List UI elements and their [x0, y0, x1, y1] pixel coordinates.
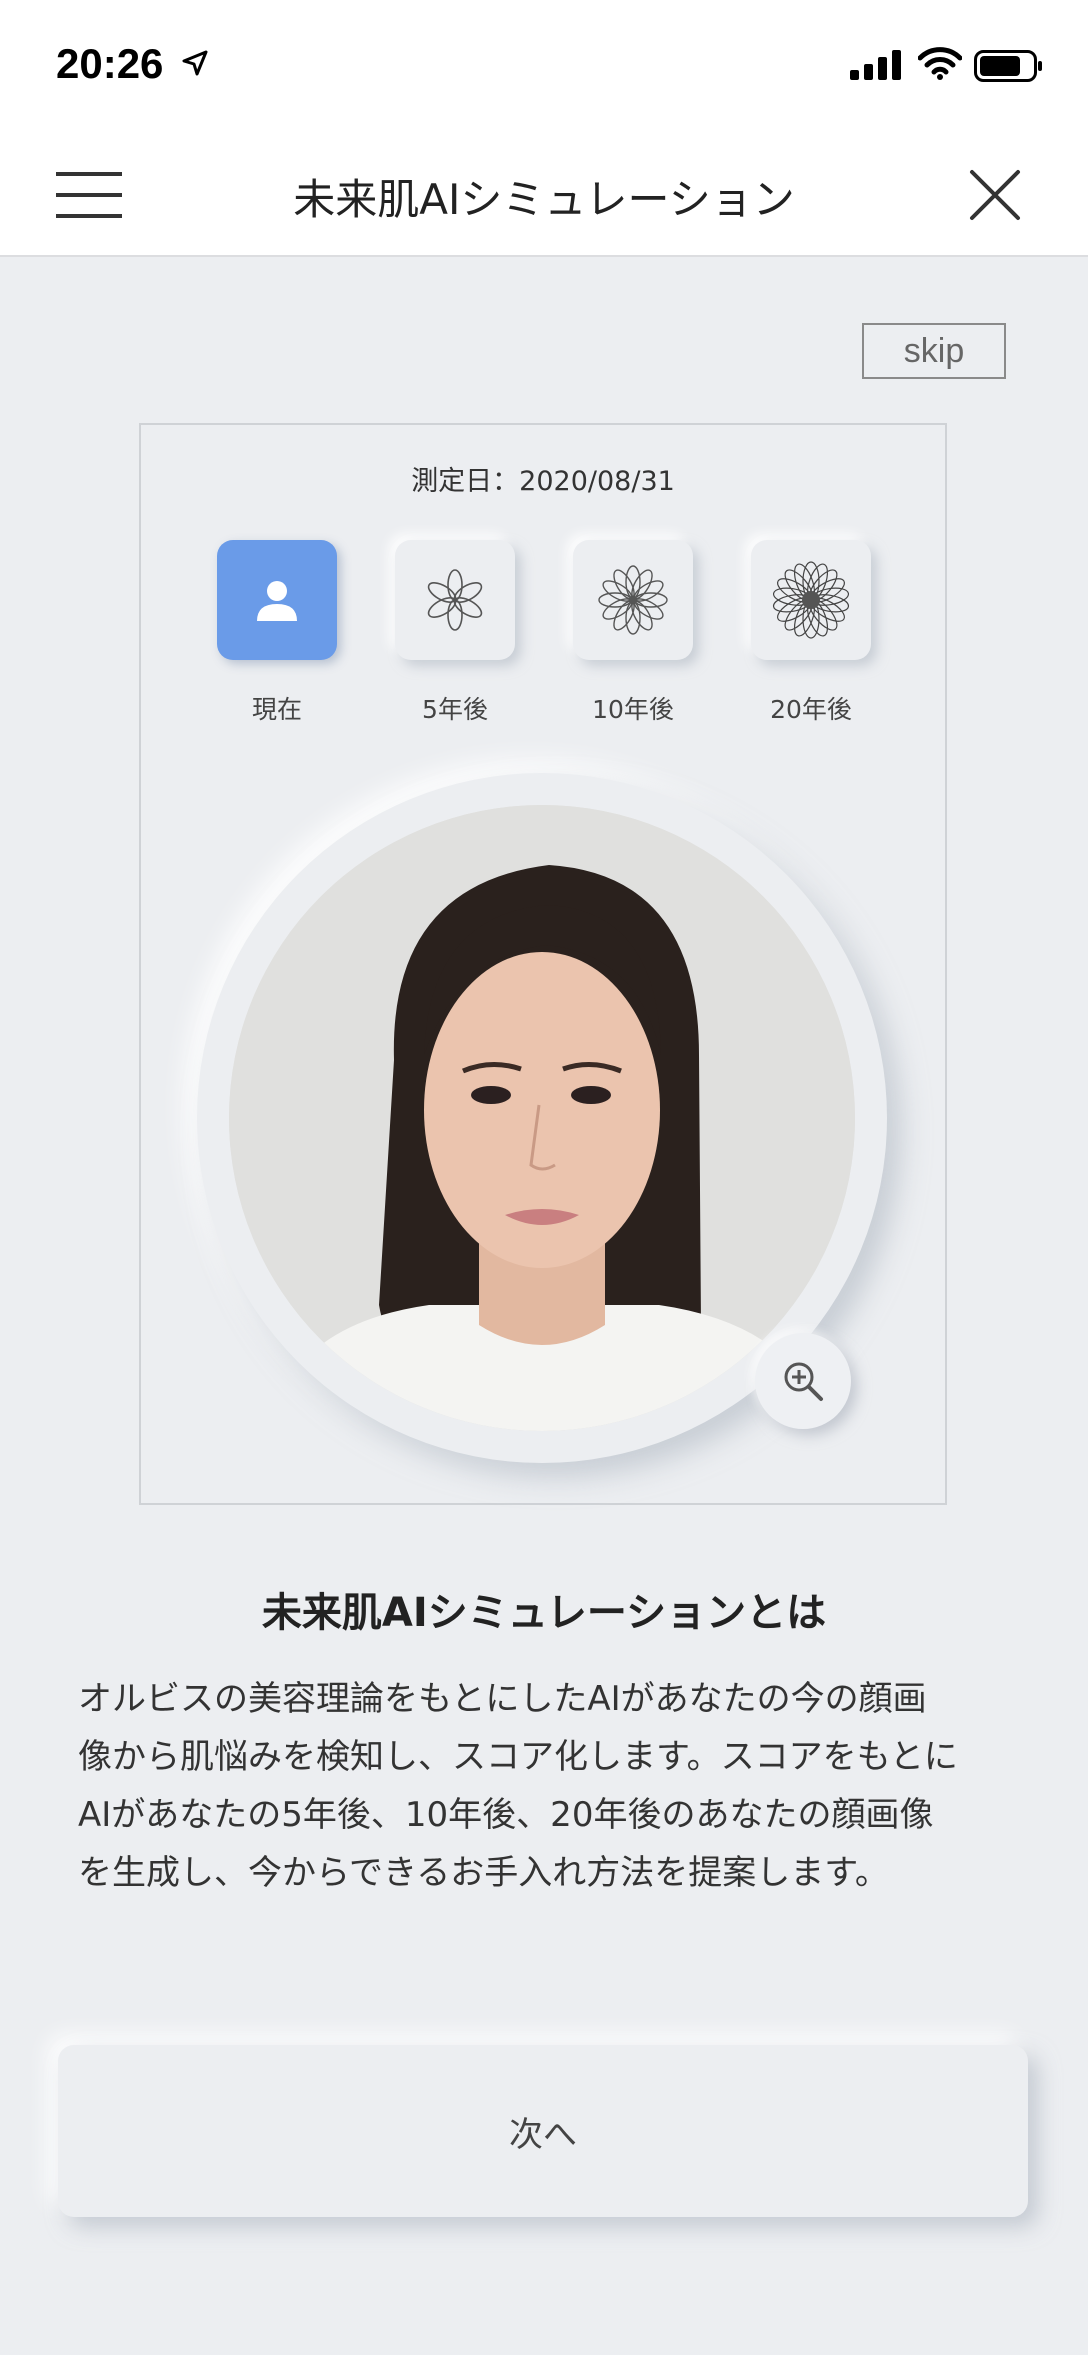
- cellular-signal-icon: [850, 50, 901, 80]
- about-line: を生成し、今からできるお手入れ方法を提案します。: [78, 1853, 889, 1893]
- tab-10-years-label: 10年後: [592, 695, 674, 724]
- simulation-panel: 測定日：2020/08/31 現在 5年後 10年後 20年後: [139, 423, 947, 1505]
- person-icon: [257, 581, 297, 621]
- about-line: オルビスの美容理論をもとにしたAIがあなたの今の顔画: [78, 1679, 927, 1719]
- skip-button[interactable]: skip: [862, 323, 1006, 379]
- about-line: AIがあなたの5年後、10年後、20年後のあなたの顔画像: [78, 1795, 934, 1835]
- page-title: 未来肌AIシミュレーション: [293, 175, 795, 224]
- wifi-icon: [918, 47, 962, 80]
- status-time: 20:26: [56, 40, 164, 87]
- tab-20-years-label: 20年後: [770, 695, 852, 724]
- next-button[interactable]: 次へ: [58, 2045, 1028, 2217]
- zoom-in-button[interactable]: [755, 1333, 851, 1429]
- nav-bar: 未来肌AIシミュレーション: [0, 132, 1088, 257]
- flower-medium-icon: [598, 565, 668, 635]
- tab-20-years[interactable]: [751, 540, 871, 660]
- status-bar: 20:26: [0, 0, 1088, 132]
- face-photo: [229, 805, 855, 1431]
- about-title: 未来肌AIシミュレーションとは: [261, 1590, 827, 1636]
- battery-icon: [974, 50, 1042, 82]
- tab-10-years[interactable]: [573, 540, 693, 660]
- about-description: オルビスの美容理論をもとにしたAIがあなたの今の顔画 像から肌悩みを検知し、スコ…: [78, 1670, 1018, 1902]
- tab-current-label: 現在: [251, 695, 302, 724]
- zoom-in-icon: [784, 1362, 823, 1401]
- measurement-date: 測定日：2020/08/31: [411, 466, 675, 497]
- tab-5-years[interactable]: [395, 540, 515, 660]
- about-line: 像から肌悩みを検知し、スコア化します。スコアをもとに: [78, 1737, 958, 1777]
- close-icon[interactable]: [966, 166, 1024, 224]
- flower-large-icon: [772, 561, 850, 639]
- location-arrow-icon: [182, 50, 208, 76]
- tab-5-years-label: 5年後: [422, 695, 488, 724]
- flower-small-icon: [427, 569, 483, 631]
- tab-current[interactable]: [217, 540, 337, 660]
